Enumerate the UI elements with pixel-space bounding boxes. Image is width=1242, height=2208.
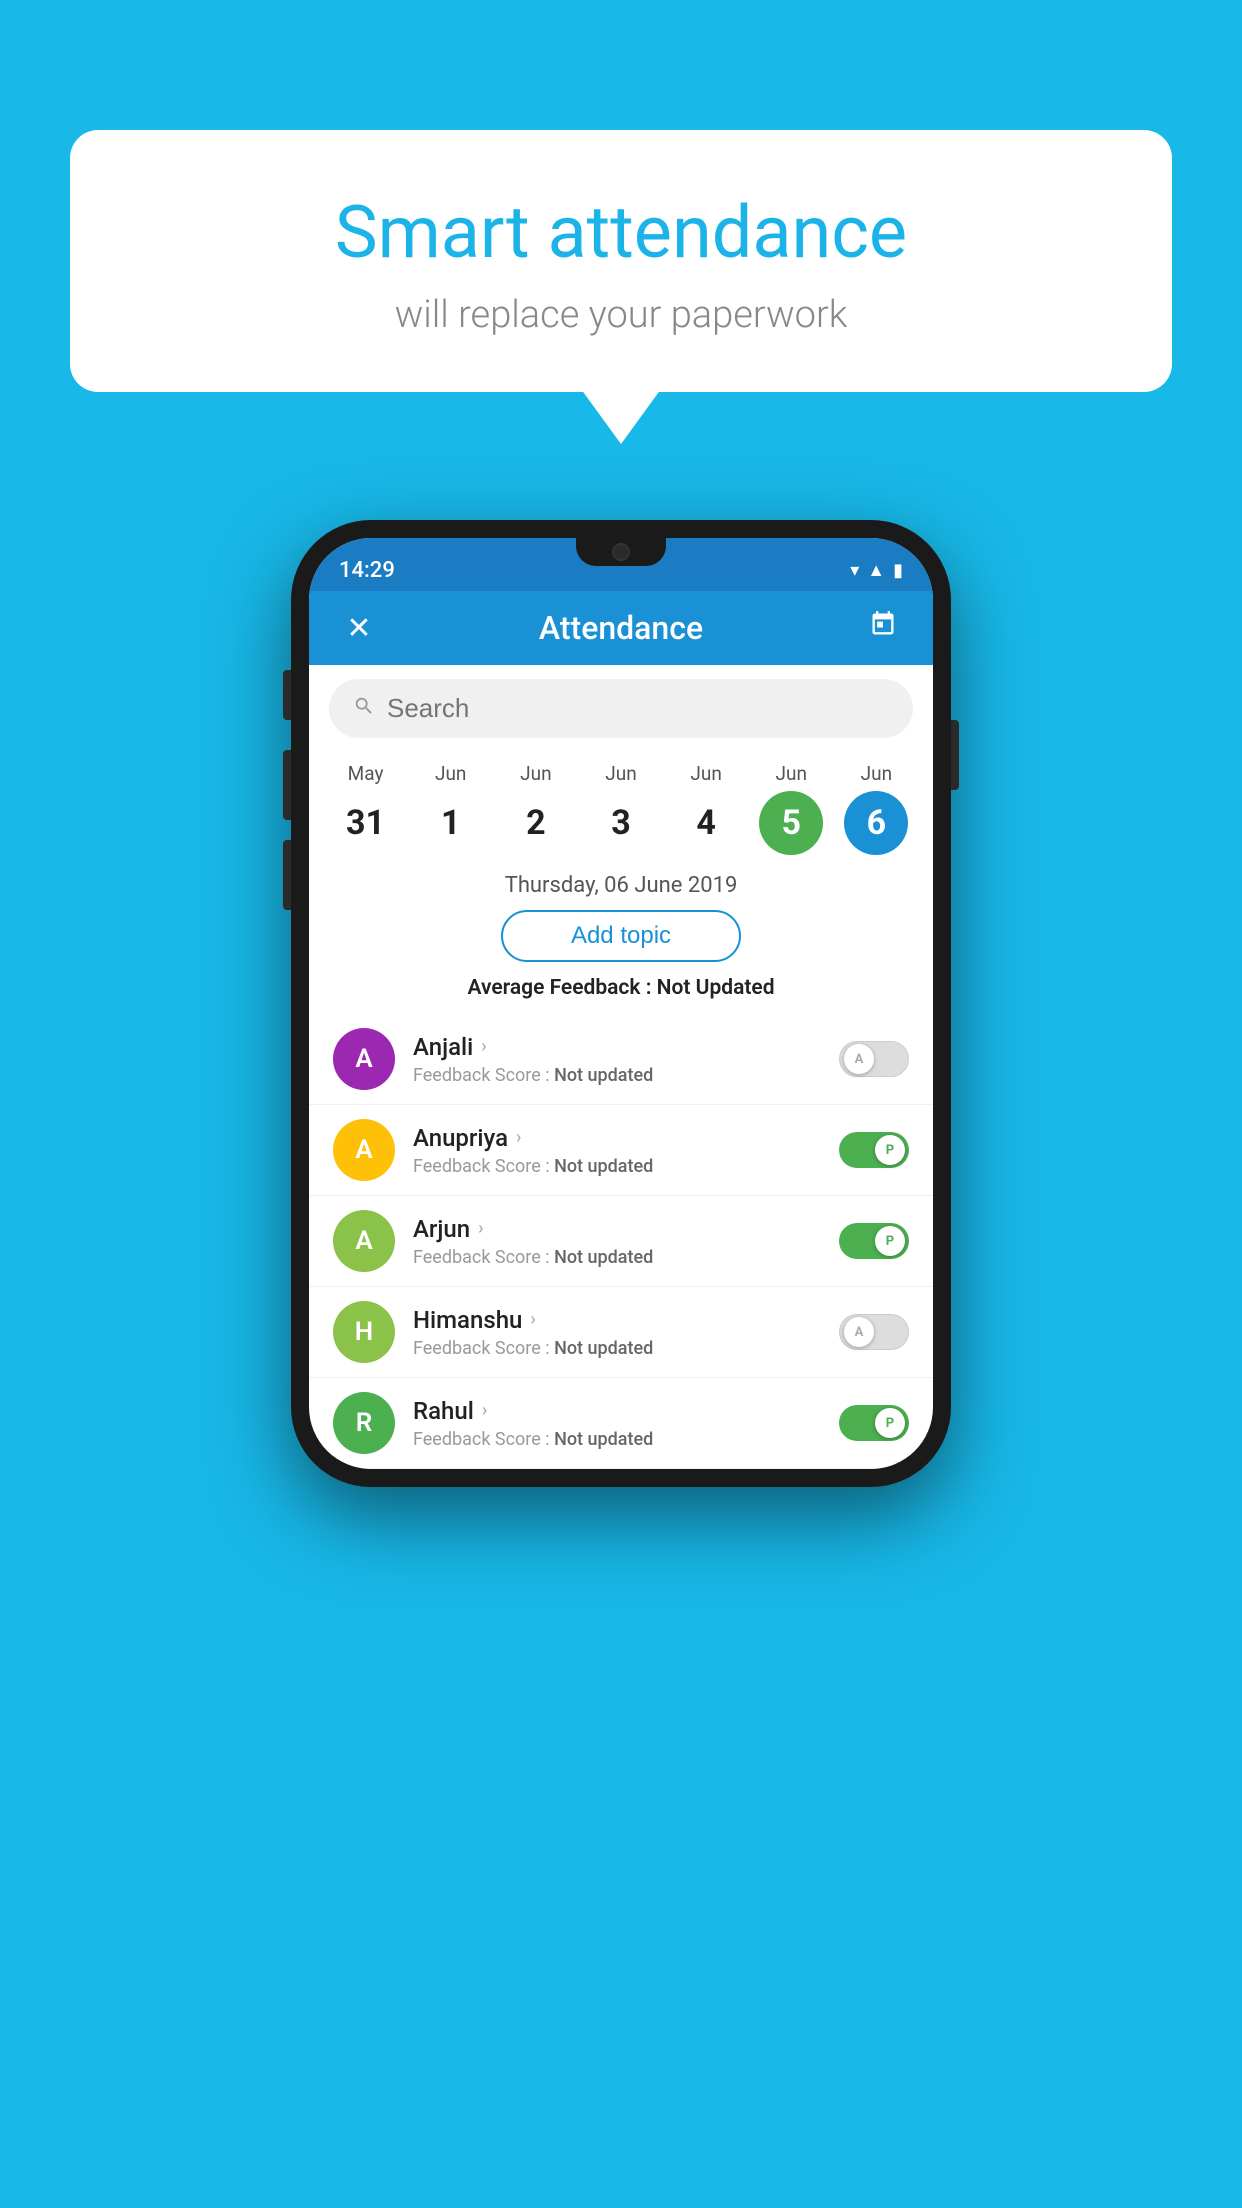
chevron-right-icon: › bbox=[530, 1309, 535, 1330]
calendar-day[interactable]: Jun 6 bbox=[836, 762, 916, 855]
add-topic-button[interactable]: Add topic bbox=[501, 910, 741, 962]
student-name: Rahul › bbox=[413, 1397, 839, 1425]
phone-camera bbox=[612, 543, 630, 561]
student-info: Anupriya › Feedback Score : Not updated bbox=[413, 1124, 839, 1177]
student-feedback: Feedback Score : Not updated bbox=[413, 1156, 839, 1177]
attendance-toggle[interactable]: P bbox=[839, 1405, 909, 1441]
student-avatar: R bbox=[333, 1392, 395, 1454]
cal-month-label: Jun bbox=[836, 762, 916, 785]
search-bar[interactable] bbox=[329, 679, 913, 738]
student-info: Arjun › Feedback Score : Not updated bbox=[413, 1215, 839, 1268]
close-button[interactable]: ✕ bbox=[337, 611, 381, 646]
cal-month-label: Jun bbox=[581, 762, 661, 785]
chevron-right-icon: › bbox=[481, 1036, 486, 1057]
speech-bubble-container: Smart attendance will replace your paper… bbox=[70, 130, 1172, 392]
attendance-toggle[interactable]: A bbox=[839, 1314, 909, 1350]
selected-date: Thursday, 06 June 2019 bbox=[309, 855, 933, 910]
toggle-knob: P bbox=[875, 1226, 905, 1256]
student-avatar: A bbox=[333, 1210, 395, 1272]
app-bar-title: Attendance bbox=[381, 609, 861, 647]
student-row[interactable]: A Anupriya › Feedback Score : Not updated P bbox=[309, 1105, 933, 1196]
attendance-toggle[interactable]: P bbox=[839, 1132, 909, 1168]
avg-feedback-value: Not Updated bbox=[657, 976, 775, 1000]
calendar-day[interactable]: Jun 2 bbox=[496, 762, 576, 855]
speech-bubble: Smart attendance will replace your paper… bbox=[70, 130, 1172, 392]
signal-icon: ▲ bbox=[867, 560, 885, 581]
phone-wrapper: 14:29 ▾ ▲ ▮ ✕ Attendance bbox=[291, 520, 951, 1487]
status-time: 14:29 bbox=[339, 558, 395, 583]
student-name: Anjali › bbox=[413, 1033, 839, 1061]
cal-month-label: Jun bbox=[666, 762, 746, 785]
toggle-track: P bbox=[839, 1132, 909, 1168]
average-feedback: Average Feedback : Not Updated bbox=[309, 976, 933, 1000]
cal-month-label: Jun bbox=[751, 762, 831, 785]
wifi-icon: ▾ bbox=[850, 560, 859, 581]
chevron-right-icon: › bbox=[482, 1400, 487, 1421]
status-icons: ▾ ▲ ▮ bbox=[850, 560, 903, 581]
student-feedback: Feedback Score : Not updated bbox=[413, 1247, 839, 1268]
cal-date-number: 2 bbox=[504, 791, 568, 855]
calendar-button[interactable] bbox=[861, 610, 905, 646]
calendar-day[interactable]: May 31 bbox=[326, 762, 406, 855]
student-list: AAnjali ›Feedback Score : Not updatedAAA… bbox=[309, 1014, 933, 1469]
toggle-track: P bbox=[839, 1223, 909, 1259]
attendance-toggle[interactable]: A bbox=[839, 1041, 909, 1077]
calendar-day[interactable]: Jun 4 bbox=[666, 762, 746, 855]
student-feedback: Feedback Score : Not updated bbox=[413, 1338, 839, 1359]
student-row[interactable]: AAnjali ›Feedback Score : Not updatedA bbox=[309, 1014, 933, 1105]
student-row[interactable]: H Himanshu › Feedback Score : Not updatedA bbox=[309, 1287, 933, 1378]
cal-month-label: Jun bbox=[496, 762, 576, 785]
student-row[interactable]: A Arjun › Feedback Score : Not updated P bbox=[309, 1196, 933, 1287]
cal-date-number: 3 bbox=[589, 791, 653, 855]
bubble-subtitle: will replace your paperwork bbox=[130, 293, 1112, 337]
cal-month-label: Jun bbox=[411, 762, 491, 785]
cal-month-label: May bbox=[326, 762, 406, 785]
toggle-track: A bbox=[839, 1041, 909, 1077]
cal-date-number: 6 bbox=[844, 791, 908, 855]
cal-date-number: 4 bbox=[674, 791, 738, 855]
phone-btn-left-2 bbox=[283, 750, 291, 820]
toggle-track: A bbox=[839, 1314, 909, 1350]
toggle-knob: A bbox=[844, 1317, 874, 1347]
toggle-track: P bbox=[839, 1405, 909, 1441]
phone-btn-left-3 bbox=[283, 840, 291, 910]
cal-date-number: 1 bbox=[419, 791, 483, 855]
phone-btn-right bbox=[951, 720, 959, 790]
calendar-day[interactable]: Jun 5 bbox=[751, 762, 831, 855]
phone-outer: 14:29 ▾ ▲ ▮ ✕ Attendance bbox=[291, 520, 951, 1487]
app-bar: ✕ Attendance bbox=[309, 591, 933, 665]
calendar-strip: May 31 Jun 1 Jun 2 Jun 3 Jun 4 Jun 5 Jun 6 bbox=[309, 752, 933, 855]
search-input[interactable] bbox=[387, 693, 889, 724]
student-name: Anupriya › bbox=[413, 1124, 839, 1152]
student-name: Arjun › bbox=[413, 1215, 839, 1243]
phone-screen: 14:29 ▾ ▲ ▮ ✕ Attendance bbox=[309, 538, 933, 1469]
cal-date-number: 5 bbox=[759, 791, 823, 855]
toggle-knob: P bbox=[875, 1135, 905, 1165]
student-name: Himanshu › bbox=[413, 1306, 839, 1334]
student-info: Anjali › Feedback Score : Not updated bbox=[413, 1033, 839, 1086]
toggle-knob: A bbox=[844, 1044, 874, 1074]
student-feedback: Feedback Score : Not updated bbox=[413, 1429, 839, 1450]
attendance-toggle[interactable]: P bbox=[839, 1223, 909, 1259]
phone-btn-left-1 bbox=[283, 670, 291, 720]
battery-icon: ▮ bbox=[893, 560, 903, 581]
avg-feedback-label: Average Feedback : bbox=[467, 976, 656, 1000]
student-row[interactable]: R Rahul › Feedback Score : Not updated P bbox=[309, 1378, 933, 1469]
toggle-knob: P bbox=[875, 1408, 905, 1438]
calendar-day[interactable]: Jun 3 bbox=[581, 762, 661, 855]
search-icon bbox=[353, 695, 375, 723]
student-avatar: A bbox=[333, 1119, 395, 1181]
calendar-day[interactable]: Jun 1 bbox=[411, 762, 491, 855]
student-feedback: Feedback Score : Not updated bbox=[413, 1065, 839, 1086]
student-avatar: A bbox=[333, 1028, 395, 1090]
student-avatar: H bbox=[333, 1301, 395, 1363]
chevron-right-icon: › bbox=[516, 1127, 521, 1148]
student-info: Himanshu › Feedback Score : Not updated bbox=[413, 1306, 839, 1359]
chevron-right-icon: › bbox=[478, 1218, 483, 1239]
student-info: Rahul › Feedback Score : Not updated bbox=[413, 1397, 839, 1450]
cal-date-number: 31 bbox=[334, 791, 398, 855]
phone-notch bbox=[576, 538, 666, 566]
bubble-title: Smart attendance bbox=[130, 190, 1112, 275]
